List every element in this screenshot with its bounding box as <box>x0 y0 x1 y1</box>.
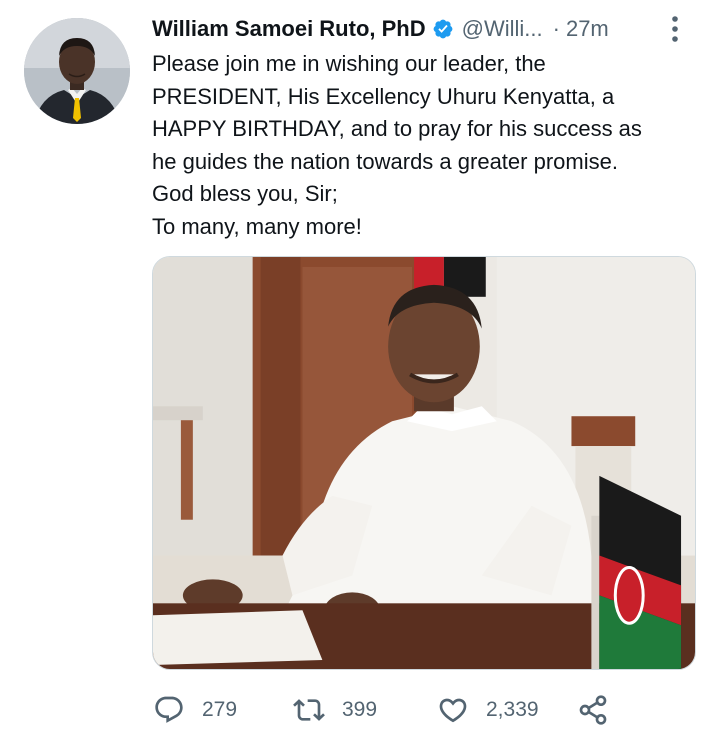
share-icon <box>576 693 610 727</box>
avatar-photo <box>24 18 130 124</box>
tweet-text-line: Please join me in wishing our leader, th… <box>152 51 546 76</box>
avatar[interactable] <box>24 18 130 124</box>
reply-icon <box>152 693 186 727</box>
more-vertical-icon[interactable] <box>660 14 690 44</box>
tweet-text-line: he guides the nation towards a greater p… <box>152 148 618 174</box>
share-button[interactable] <box>576 690 610 730</box>
tweet-text: Please join me in wishing our leader, th… <box>152 48 712 243</box>
tweet-text-line: HAPPY BIRTHDAY, and to pray for his succ… <box>152 116 642 141</box>
retweet-count: 399 <box>342 698 378 721</box>
separator-dot: · <box>552 16 560 41</box>
reply-button[interactable]: 279 <box>152 690 237 730</box>
tweet[interactable]: William Samoei Ruto, PhD @Willi... · 27m… <box>0 0 720 737</box>
tweet-text-line: PRESIDENT, His Excellency Uhuru Kenyatta… <box>152 83 615 109</box>
tweet-actions: 279 399 2,339 <box>152 690 622 730</box>
reply-count: 279 <box>202 698 238 721</box>
tweet-text-line: To many, many more! <box>152 213 362 239</box>
heart-icon <box>436 693 470 727</box>
retweet-button[interactable]: 399 <box>292 690 377 730</box>
like-count: 2,339 <box>486 698 539 721</box>
photo-scene <box>153 257 695 669</box>
tweet-text-line: God bless you, Sir; <box>152 181 338 206</box>
tweet-header: William Samoei Ruto, PhD @Willi... · 27m <box>152 12 690 46</box>
verified-badge-icon <box>432 18 454 40</box>
tweet-timestamp[interactable]: 27m <box>566 16 609 42</box>
author-display-name[interactable]: William Samoei Ruto, PhD <box>152 16 426 42</box>
retweet-icon <box>292 693 326 727</box>
author-handle[interactable]: @Willi... <box>462 16 543 42</box>
tweet-photo[interactable] <box>152 256 696 670</box>
like-button[interactable]: 2,339 <box>436 690 539 730</box>
